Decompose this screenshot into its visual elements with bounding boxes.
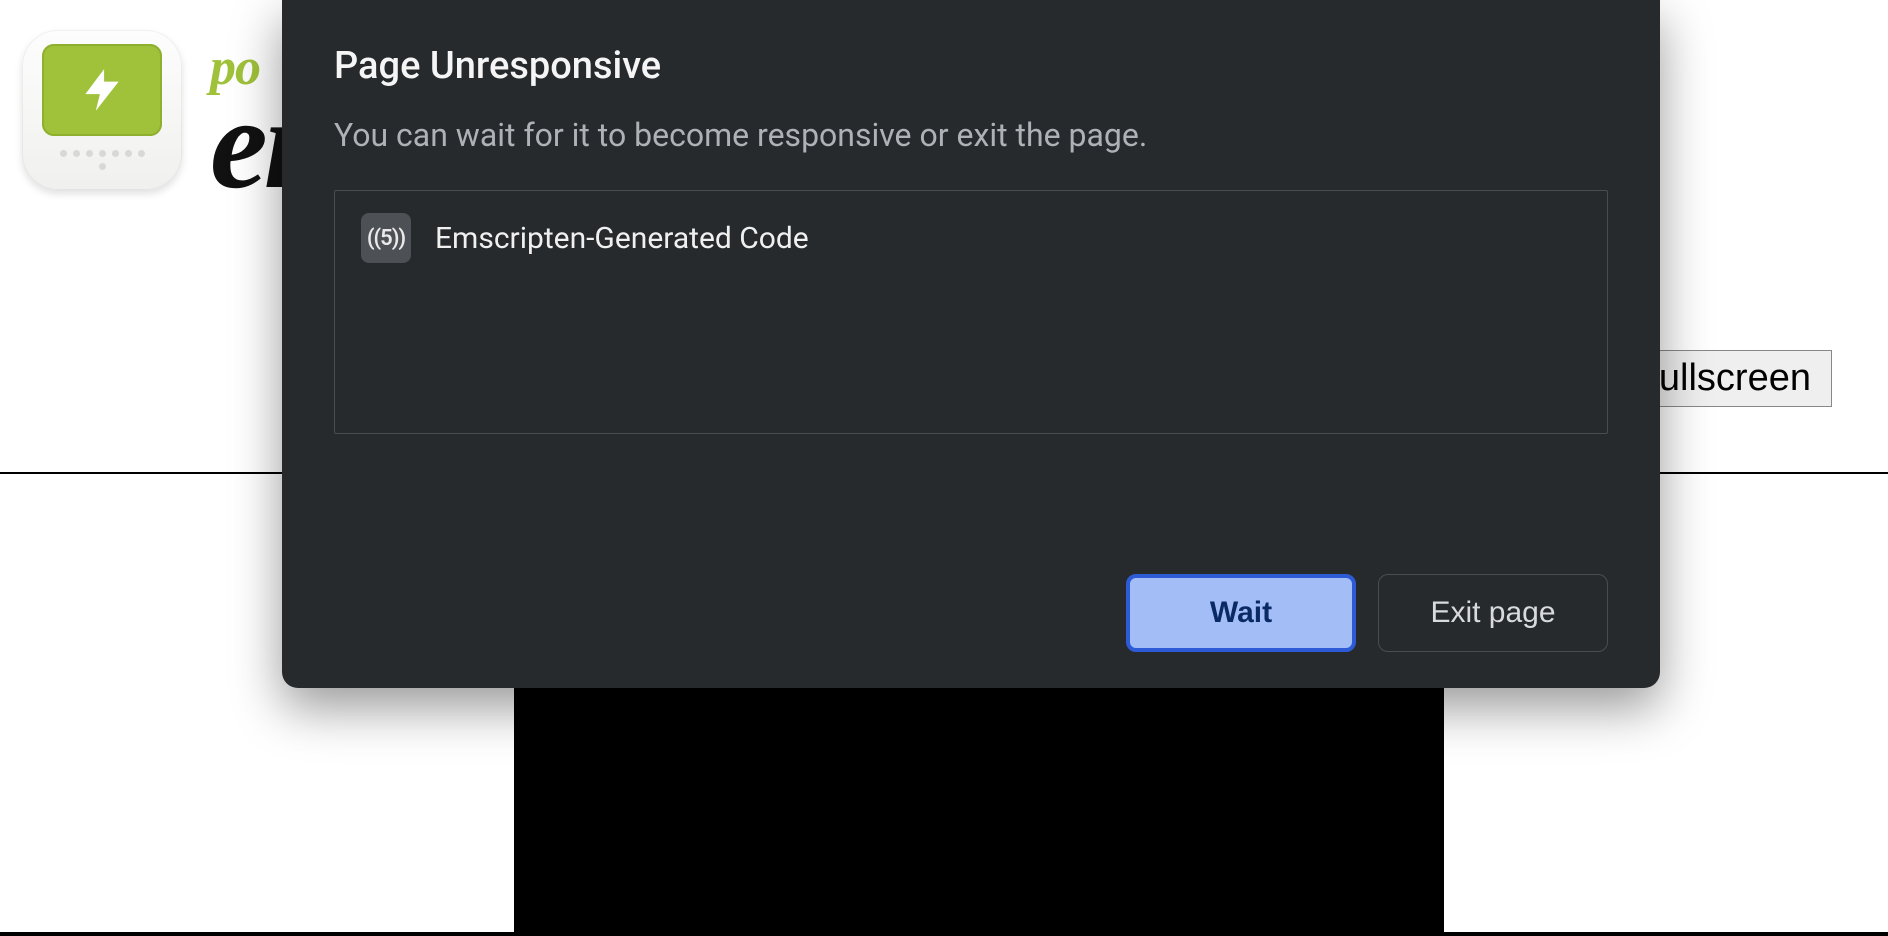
process-list: ((5)) Emscripten-Generated Code	[334, 190, 1608, 434]
dialog-description: You can wait for it to become responsive…	[334, 116, 1608, 154]
divider-bottom	[0, 932, 1888, 936]
dialog-buttons: Wait Exit page	[334, 534, 1608, 652]
process-name: Emscripten-Generated Code	[435, 221, 809, 256]
app-icon-dots	[57, 150, 147, 170]
exit-page-button[interactable]: Exit page	[1378, 574, 1608, 652]
broadcast-icon: ((5))	[361, 213, 411, 263]
process-row[interactable]: ((5)) Emscripten-Generated Code	[361, 213, 1581, 263]
app-icon	[22, 30, 182, 190]
unresponsive-dialog: Page Unresponsive You can wait for it to…	[282, 0, 1660, 688]
lightning-icon	[42, 44, 162, 136]
wait-button[interactable]: Wait	[1126, 574, 1356, 652]
page-root: po en Fullscreen Page Unresponsive You c…	[0, 0, 1888, 936]
dialog-title: Page Unresponsive	[334, 44, 1608, 88]
